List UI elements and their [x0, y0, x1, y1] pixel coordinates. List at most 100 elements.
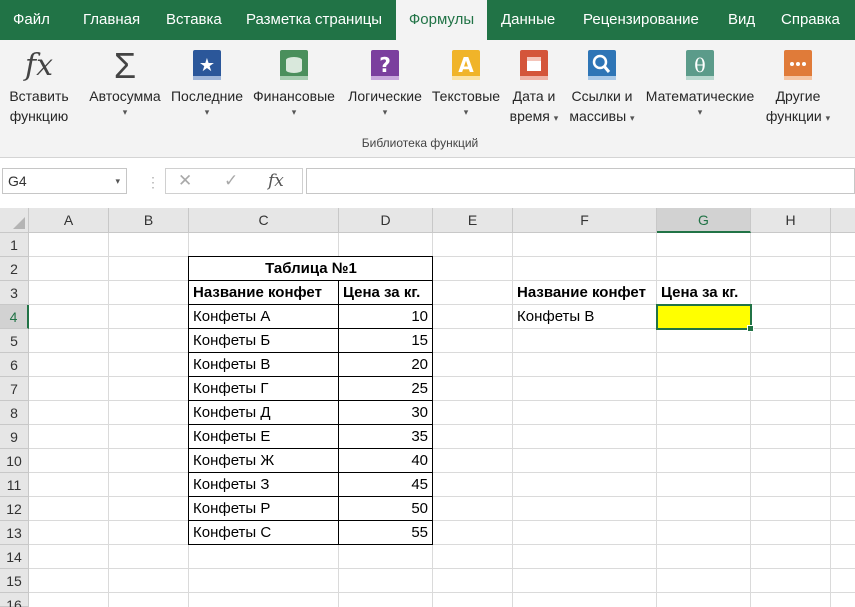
table-cell-name[interactable]: Конфеты А — [189, 305, 338, 329]
row-header-14[interactable]: 14 — [0, 545, 29, 569]
formula-bar-splitter[interactable]: ⋮ — [146, 174, 160, 191]
select-all-button[interactable] — [0, 208, 29, 233]
table-cell-price[interactable]: 40 — [339, 449, 432, 473]
tab-page-layout[interactable]: Разметка страницы — [246, 0, 382, 40]
gridline — [108, 233, 109, 607]
tab-view[interactable]: Вид — [728, 0, 755, 40]
lookup-header-price[interactable]: Цена за кг. — [657, 281, 755, 305]
insert-function-button[interactable]: fx Вставить функцию — [4, 46, 74, 126]
row-header-6[interactable]: 6 — [0, 353, 29, 377]
column-header-e[interactable]: E — [433, 208, 513, 233]
magnifier-book-icon — [588, 50, 616, 80]
function-library-group-label: Библиотека функций — [361, 136, 479, 150]
formula-input[interactable] — [306, 168, 855, 194]
row-header-11[interactable]: 11 — [0, 473, 29, 497]
text-functions-button[interactable]: A Текстовые ▾ — [429, 46, 503, 118]
gridline — [29, 352, 855, 353]
table-cell-name[interactable]: Конфеты Б — [189, 329, 338, 353]
column-header-overflow[interactable] — [831, 208, 855, 233]
logical-functions-button[interactable]: ? Логические ▾ — [344, 46, 426, 118]
table-cell-price[interactable]: 15 — [339, 329, 432, 353]
coins-book-icon — [280, 50, 308, 80]
column-header-f[interactable]: F — [513, 208, 657, 233]
insert-function-label-line1: Вставить — [9, 88, 69, 104]
table-cell-price[interactable]: 25 — [339, 377, 432, 401]
calendar-book-icon — [520, 50, 548, 80]
row-header-8[interactable]: 8 — [0, 401, 29, 425]
more-functions-label-line2: функции ▾ — [765, 108, 831, 124]
tab-help[interactable]: Справка — [781, 0, 840, 40]
table-header-price[interactable]: Цена за кг. — [339, 281, 433, 305]
table-cell-name[interactable]: Конфеты Е — [189, 425, 338, 449]
table-cell-name[interactable]: Конфеты Д — [189, 401, 338, 425]
cancel-icon[interactable]: ✕ — [178, 169, 192, 193]
tab-home[interactable]: Главная — [83, 0, 140, 40]
table-cell-price[interactable]: 20 — [339, 353, 432, 377]
table-cell-name[interactable]: Конфеты Ж — [189, 449, 338, 473]
theta-book-icon: θ — [686, 50, 714, 80]
math-functions-button[interactable]: θ Математические ▾ — [641, 46, 759, 118]
table-cell-name[interactable]: Конфеты С — [189, 521, 338, 545]
math-functions-label: Математические — [645, 88, 755, 104]
row-header-5[interactable]: 5 — [0, 329, 29, 353]
column-header-a[interactable]: A — [29, 208, 109, 233]
lookup-header-name[interactable]: Название конфет — [513, 281, 657, 305]
gridline — [29, 256, 855, 257]
table-cell-price[interactable]: 10 — [339, 305, 432, 329]
row-header-7[interactable]: 7 — [0, 377, 29, 401]
table-cell-name[interactable]: Конфеты Р — [189, 497, 338, 521]
tab-review[interactable]: Рецензирование — [583, 0, 699, 40]
column-header-b[interactable]: B — [109, 208, 189, 233]
gridline — [29, 544, 855, 545]
recent-functions-button[interactable]: ★ Последние ▾ — [168, 46, 246, 118]
tab-formulas[interactable]: Формулы — [396, 0, 487, 41]
chevron-down-icon: ▾ — [122, 107, 128, 117]
tab-file[interactable]: Файл — [13, 0, 50, 40]
row-header-1[interactable]: 1 — [0, 233, 29, 257]
row-header-10[interactable]: 10 — [0, 449, 29, 473]
letter-a-book-icon: A — [452, 50, 480, 80]
selected-cell-g4[interactable] — [656, 304, 754, 332]
text-functions-label: Текстовые — [431, 88, 501, 104]
column-header-h[interactable]: H — [751, 208, 831, 233]
datetime-functions-button[interactable]: Дата и время ▾ — [505, 46, 563, 128]
enter-icon[interactable]: ✓ — [224, 169, 238, 193]
table-cell-price[interactable]: 30 — [339, 401, 432, 425]
autosum-button[interactable]: Σ Автосумма ▾ — [85, 46, 165, 118]
table-header-name[interactable]: Название конфет — [189, 281, 338, 305]
row-header-4[interactable]: 4 — [0, 305, 29, 329]
financial-functions-button[interactable]: Финансовые ▾ — [249, 46, 339, 118]
lookup-query-name[interactable]: Конфеты В — [513, 305, 657, 329]
table-cell-price[interactable]: 50 — [339, 497, 432, 521]
row-header-16[interactable]: 16 — [0, 593, 29, 607]
chevron-down-icon[interactable]: ▾ — [115, 169, 120, 193]
table-cell-price[interactable]: 45 — [339, 473, 432, 497]
table-cell-name[interactable]: Конфеты Г — [189, 377, 338, 401]
column-header-c[interactable]: C — [189, 208, 339, 233]
row-header-2[interactable]: 2 — [0, 257, 29, 281]
insert-function-icon[interactable]: fx — [268, 169, 284, 193]
chevron-down-icon: ▾ — [825, 113, 831, 123]
table-cell-name[interactable]: Конфеты В — [189, 353, 338, 377]
table-cell-price[interactable]: 55 — [339, 521, 432, 545]
table-cell-price[interactable]: 35 — [339, 425, 432, 449]
column-header-d[interactable]: D — [339, 208, 433, 233]
more-functions-button[interactable]: Другие функции ▾ — [760, 46, 836, 128]
formula-bar-buttons: ✕ ✓ fx — [165, 168, 303, 194]
gridline — [830, 233, 831, 607]
tab-insert[interactable]: Вставка — [166, 0, 222, 40]
ribbon-panel: fx Вставить функцию Σ Автосумма ▾ ★ Посл… — [0, 40, 855, 158]
table-cell-name[interactable]: Конфеты З — [189, 473, 338, 497]
row-header-15[interactable]: 15 — [0, 569, 29, 593]
column-header-g[interactable]: G — [657, 208, 751, 233]
row-header-9[interactable]: 9 — [0, 425, 29, 449]
star-book-icon: ★ — [193, 50, 221, 80]
row-header-12[interactable]: 12 — [0, 497, 29, 521]
gridline — [29, 400, 855, 401]
row-header-3[interactable]: 3 — [0, 281, 29, 305]
table-title-cell[interactable]: Таблица №1 — [189, 257, 433, 281]
tab-data[interactable]: Данные — [501, 0, 555, 40]
lookup-functions-button[interactable]: Ссылки и массивы ▾ — [565, 46, 639, 128]
row-header-13[interactable]: 13 — [0, 521, 29, 545]
name-box[interactable]: G4 ▾ — [2, 168, 127, 194]
